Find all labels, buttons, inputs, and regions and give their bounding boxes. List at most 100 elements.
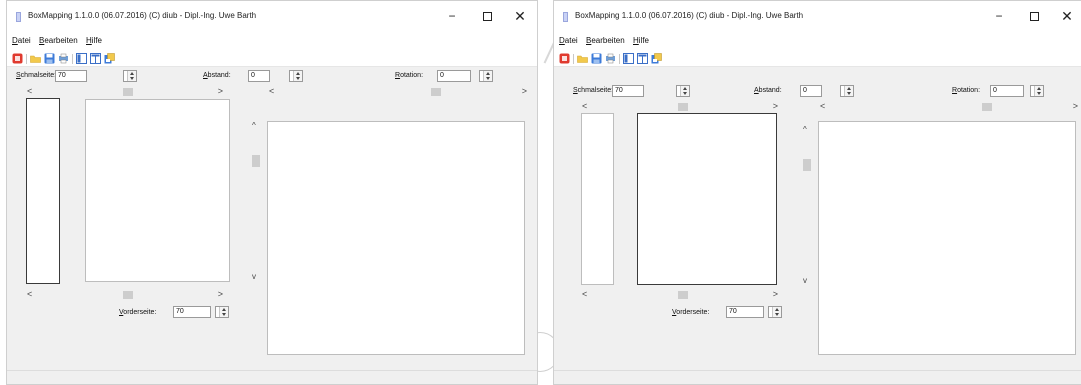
vorderseite-stepper[interactable]: 70 <box>726 306 764 318</box>
rotation-spin-button[interactable] <box>479 70 493 82</box>
schmalseite-value: 70 <box>615 87 623 94</box>
maximize-button[interactable] <box>476 7 498 25</box>
scroll-left-arrow-icon[interactable]: < <box>582 101 587 111</box>
scroll-left-arrow-icon[interactable]: < <box>269 86 274 96</box>
scroll-thumb[interactable] <box>252 155 260 167</box>
abstand-value: 0 <box>803 87 807 94</box>
schmalseite-stepper[interactable]: 70 <box>612 85 644 97</box>
vorderseite-label: Vorderseite: <box>119 309 156 316</box>
scroll-right-arrow-icon[interactable]: > <box>522 86 527 96</box>
abstand-spin-button[interactable] <box>840 85 854 97</box>
scroll-thumb[interactable] <box>982 103 992 111</box>
toolbar <box>7 49 537 67</box>
left-pane-hscroll-top[interactable]: < > <box>582 101 778 112</box>
menu-bearbeiten[interactable]: Bearbeiten <box>586 36 625 45</box>
layout-single-icon[interactable] <box>623 53 634 64</box>
maximize-icon <box>482 12 492 22</box>
spin-arrows-icon <box>680 86 689 96</box>
toolbar-separator <box>619 54 620 64</box>
scroll-right-arrow-icon[interactable]: > <box>1073 101 1078 111</box>
left-pane-hscroll-bottom[interactable]: < > <box>582 289 778 300</box>
scroll-down-arrow-icon[interactable]: v <box>252 272 256 281</box>
rotation-label-text: otation: <box>400 72 424 79</box>
schmalseite-stepper[interactable]: 70 <box>55 70 87 82</box>
menu-hilfe-label: ilfe <box>91 36 103 45</box>
layout-double-icon[interactable] <box>90 53 101 64</box>
menu-datei[interactable]: Datei <box>12 36 31 45</box>
vorderseite-panel <box>637 113 777 285</box>
scroll-up-arrow-icon[interactable]: ^ <box>252 121 256 130</box>
export-icon[interactable] <box>104 53 115 64</box>
menu-bearbeiten[interactable]: Bearbeiten <box>39 36 78 45</box>
scroll-right-arrow-icon[interactable]: > <box>773 289 778 299</box>
abstand-label: Abstand: <box>203 72 231 79</box>
export-icon[interactable] <box>651 53 662 64</box>
app-window-left: BoxMapping 1.1.0.0 (06.07.2016) (C) diub… <box>6 0 538 385</box>
vorderseite-spin-button[interactable] <box>215 306 229 318</box>
close-button[interactable]: ✕ <box>1056 7 1078 25</box>
scroll-left-arrow-icon[interactable]: < <box>27 289 32 299</box>
scroll-thumb[interactable] <box>431 88 441 96</box>
menu-datei[interactable]: Datei <box>559 36 578 45</box>
vorderseite-value: 70 <box>176 308 184 315</box>
scroll-right-arrow-icon[interactable]: > <box>218 289 223 299</box>
layout-single-icon[interactable] <box>76 53 87 64</box>
scroll-thumb[interactable] <box>803 159 811 171</box>
left-pane-hscroll-bottom[interactable]: < > <box>27 289 223 300</box>
scroll-left-arrow-icon[interactable]: < <box>27 86 32 96</box>
vertical-scrollbar[interactable]: ^ v <box>802 125 812 285</box>
scroll-thumb[interactable] <box>123 88 133 96</box>
scroll-up-arrow-icon[interactable]: ^ <box>803 125 807 134</box>
print-icon[interactable] <box>605 53 616 64</box>
spin-arrows-icon <box>844 86 853 96</box>
preview-panel <box>267 121 525 355</box>
scroll-thumb[interactable] <box>678 291 688 299</box>
rotation-value: 0 <box>993 87 997 94</box>
app-icon <box>16 12 21 22</box>
scroll-left-arrow-icon[interactable]: < <box>582 289 587 299</box>
vertical-scrollbar[interactable]: ^ v <box>251 121 261 281</box>
toolbar <box>554 49 1081 67</box>
schmalseite-value: 70 <box>58 72 66 79</box>
open-folder-icon[interactable] <box>30 53 41 64</box>
rotation-stepper[interactable]: 0 <box>437 70 471 82</box>
scroll-right-arrow-icon[interactable]: > <box>773 101 778 111</box>
rotation-stepper[interactable]: 0 <box>990 85 1024 97</box>
rotation-spin-button[interactable] <box>1030 85 1044 97</box>
vorderseite-spin-button[interactable] <box>768 306 782 318</box>
layout-double-icon[interactable] <box>637 53 648 64</box>
open-folder-icon[interactable] <box>577 53 588 64</box>
abstand-stepper[interactable]: 0 <box>248 70 270 82</box>
close-icon[interactable] <box>559 53 570 64</box>
close-button[interactable]: ✕ <box>509 7 531 25</box>
schmalseite-label-text: chmalseite: <box>20 72 57 79</box>
scroll-thumb[interactable] <box>123 291 133 299</box>
save-icon[interactable] <box>591 53 602 64</box>
save-icon[interactable] <box>44 53 55 64</box>
left-pane-hscroll-top[interactable]: < > <box>27 86 223 97</box>
scroll-thumb[interactable] <box>678 103 688 111</box>
right-pane-hscroll-top[interactable]: < > <box>820 101 1078 112</box>
schmalseite-panel <box>26 98 60 284</box>
menu-hilfe[interactable]: Hilfe <box>86 36 102 45</box>
minimize-button[interactable]: − <box>441 7 463 25</box>
schmalseite-spin-button[interactable] <box>123 70 137 82</box>
vorderseite-label-text: orderseite: <box>676 309 710 316</box>
minimize-button[interactable]: − <box>988 7 1010 25</box>
close-icon[interactable] <box>12 53 23 64</box>
menu-datei-label: atei <box>564 36 578 45</box>
schmalseite-spin-button[interactable] <box>676 85 690 97</box>
schmalseite-panel <box>581 113 614 285</box>
toolbar-separator <box>573 54 574 64</box>
maximize-button[interactable] <box>1023 7 1045 25</box>
abstand-stepper[interactable]: 0 <box>800 85 822 97</box>
scroll-down-arrow-icon[interactable]: v <box>803 276 807 285</box>
vorderseite-label: Vorderseite: <box>672 309 709 316</box>
menu-hilfe[interactable]: Hilfe <box>633 36 649 45</box>
scroll-right-arrow-icon[interactable]: > <box>218 86 223 96</box>
print-icon[interactable] <box>58 53 69 64</box>
scroll-left-arrow-icon[interactable]: < <box>820 101 825 111</box>
vorderseite-stepper[interactable]: 70 <box>173 306 211 318</box>
abstand-spin-button[interactable] <box>289 70 303 82</box>
right-pane-hscroll-top[interactable]: < > <box>269 86 527 97</box>
